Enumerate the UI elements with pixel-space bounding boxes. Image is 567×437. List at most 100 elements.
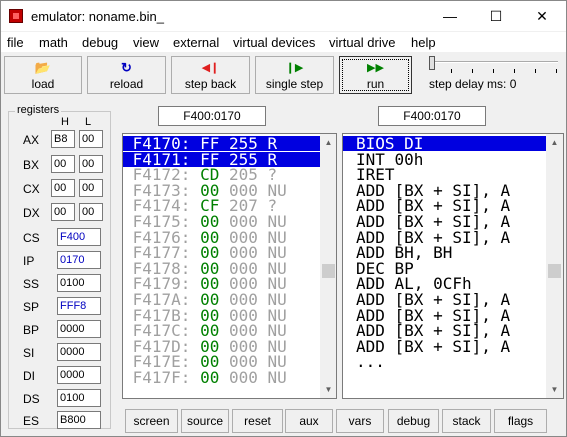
register-dx-high[interactable]: 00 (51, 203, 75, 221)
menu-virtual-drive[interactable]: virtual drive (329, 35, 395, 50)
register-label-bx: BX (23, 158, 40, 172)
register-label-bp: BP (23, 323, 40, 337)
run-icon: ▶▶ (367, 62, 384, 74)
register-ip-value[interactable]: 0170 (57, 251, 101, 269)
register-cx-high[interactable]: 00 (51, 179, 75, 197)
run-button[interactable]: ▶▶ run (339, 56, 412, 94)
slider-tick (472, 69, 473, 73)
menu-external[interactable]: external (173, 35, 219, 50)
single-step-button-label: single step (265, 77, 324, 91)
slider-tick (535, 69, 536, 73)
register-ax-high[interactable]: B8 (51, 130, 75, 148)
scroll-up-icon[interactable]: ▲ (320, 134, 336, 151)
register-bp-value[interactable]: 0000 (57, 320, 101, 338)
reload-button[interactable]: ↻ reload (87, 56, 166, 94)
disassembly-list[interactable]: BIOS DI INT 00h IRET ADD [BX + SI], A ADD [B… (342, 133, 564, 399)
menu-file[interactable]: file (7, 35, 24, 50)
reset-button[interactable]: reset (232, 409, 283, 433)
register-label-ax: AX (23, 133, 40, 147)
register-di-value[interactable]: 0000 (57, 366, 101, 384)
menu-bar: file math debug view external virtual de… (1, 32, 566, 52)
step-back-button[interactable]: ◀❙ step back (171, 56, 250, 94)
disassembly-row[interactable]: ADD [BX + SI], A (343, 214, 549, 230)
slider-tick (556, 69, 557, 73)
memory-row-hex: 00 (200, 368, 220, 387)
menu-view[interactable]: view (133, 35, 159, 50)
register-es-value[interactable]: B800 (57, 411, 101, 429)
register-ds-value[interactable]: 0100 (57, 389, 101, 407)
disassembly-scrollbar[interactable]: ▲ ▼ (546, 134, 563, 398)
aux-button[interactable]: aux (285, 409, 333, 433)
register-dx-low[interactable]: 00 (79, 203, 103, 221)
memory-row-decimal: 000 (228, 368, 258, 387)
flags-button[interactable]: flags (494, 409, 547, 433)
disassembly-row[interactable]: ... (343, 354, 549, 370)
memory-row-address: F417F: (132, 368, 191, 387)
register-si-value[interactable]: 0000 (57, 343, 101, 361)
register-cx-low[interactable]: 00 (79, 179, 103, 197)
register-label-ds: DS (23, 392, 40, 406)
disassembly-row[interactable]: ADD [BX + SI], A (343, 323, 549, 339)
reload-icon: ↻ (121, 60, 132, 75)
register-label-di: DI (23, 369, 35, 383)
step-back-button-label: step back (184, 77, 237, 91)
register-label-ss: SS (23, 277, 40, 291)
register-label-si: SI (23, 346, 35, 360)
maximize-button[interactable]: ☐ (473, 1, 519, 31)
memory-row[interactable]: F417F: 00 000 NU (123, 368, 320, 387)
menu-debug[interactable]: debug (82, 35, 118, 50)
single-step-button[interactable]: ❙▶ single step (255, 56, 334, 94)
step-delay-slider-track[interactable] (433, 61, 558, 63)
debug-button[interactable]: debug (388, 409, 439, 433)
register-label-es: ES (23, 414, 40, 428)
register-bx-high[interactable]: 00 (51, 155, 75, 173)
screen-button[interactable]: screen (125, 409, 178, 433)
register-sp-value[interactable]: FFF8 (57, 297, 101, 315)
scroll-down-icon[interactable]: ▼ (546, 381, 563, 398)
register-label-sp: SP (23, 300, 40, 314)
menu-help[interactable]: help (411, 35, 436, 50)
register-label-dx: DX (23, 206, 40, 220)
register-ss-value[interactable]: 0100 (57, 274, 101, 292)
step-delay-label: step delay ms: 0 (429, 77, 517, 91)
disassembly-scroll-thumb[interactable] (548, 264, 561, 278)
scroll-down-icon[interactable]: ▼ (320, 381, 336, 398)
window-title: emulator: noname.bin_ (31, 9, 164, 24)
run-button-label: run (366, 77, 385, 91)
title-bar: emulator: noname.bin_ — ☐ ✕ (1, 1, 566, 31)
memory-scrollbar[interactable]: ▲ ▼ (320, 134, 336, 398)
memory-scroll-thumb[interactable] (322, 264, 335, 278)
menu-virtual-devices[interactable]: virtual devices (233, 35, 315, 50)
scroll-up-icon[interactable]: ▲ (546, 134, 563, 151)
slider-tick (451, 69, 452, 73)
step-delay-slider-thumb[interactable] (429, 56, 435, 70)
register-bx-low[interactable]: 00 (79, 155, 103, 173)
disassembly-row[interactable]: BIOS DI (343, 136, 549, 152)
stack-button[interactable]: stack (442, 409, 491, 433)
memory-address-input[interactable]: F400:0170 (158, 106, 266, 126)
disassembly-row[interactable]: ADD [BX + SI], A (343, 292, 549, 308)
register-ax-low[interactable]: 00 (79, 130, 103, 148)
memory-list[interactable]: F4170: FF 255 R F4171: FF 255 R F4172: C… (122, 133, 337, 399)
register-label-cs: CS (23, 231, 40, 245)
menu-math[interactable]: math (39, 35, 68, 50)
register-cs-value[interactable]: F400 (57, 228, 101, 246)
reload-button-label: reload (109, 77, 144, 91)
registers-group-title: registers (15, 104, 62, 116)
load-button[interactable]: 📂 load (4, 56, 82, 94)
disassembly-address-input[interactable]: F400:0170 (378, 106, 486, 126)
vars-button[interactable]: vars (336, 409, 384, 433)
register-label-ip: IP (23, 254, 35, 268)
disassembly-row[interactable]: ADD BH, BH (343, 245, 549, 261)
low-byte-header: L (85, 116, 92, 128)
disassembly-row[interactable]: IRET (343, 167, 549, 183)
slider-tick (493, 69, 494, 73)
app-icon (9, 9, 23, 23)
single-step-icon: ❙▶ (285, 62, 304, 74)
minimize-button[interactable]: — (427, 1, 473, 31)
close-button[interactable]: ✕ (519, 1, 565, 31)
step-back-icon: ◀❙ (201, 62, 220, 74)
source-button[interactable]: source (181, 409, 229, 433)
slider-tick (514, 69, 515, 73)
register-label-cx: CX (23, 182, 40, 196)
